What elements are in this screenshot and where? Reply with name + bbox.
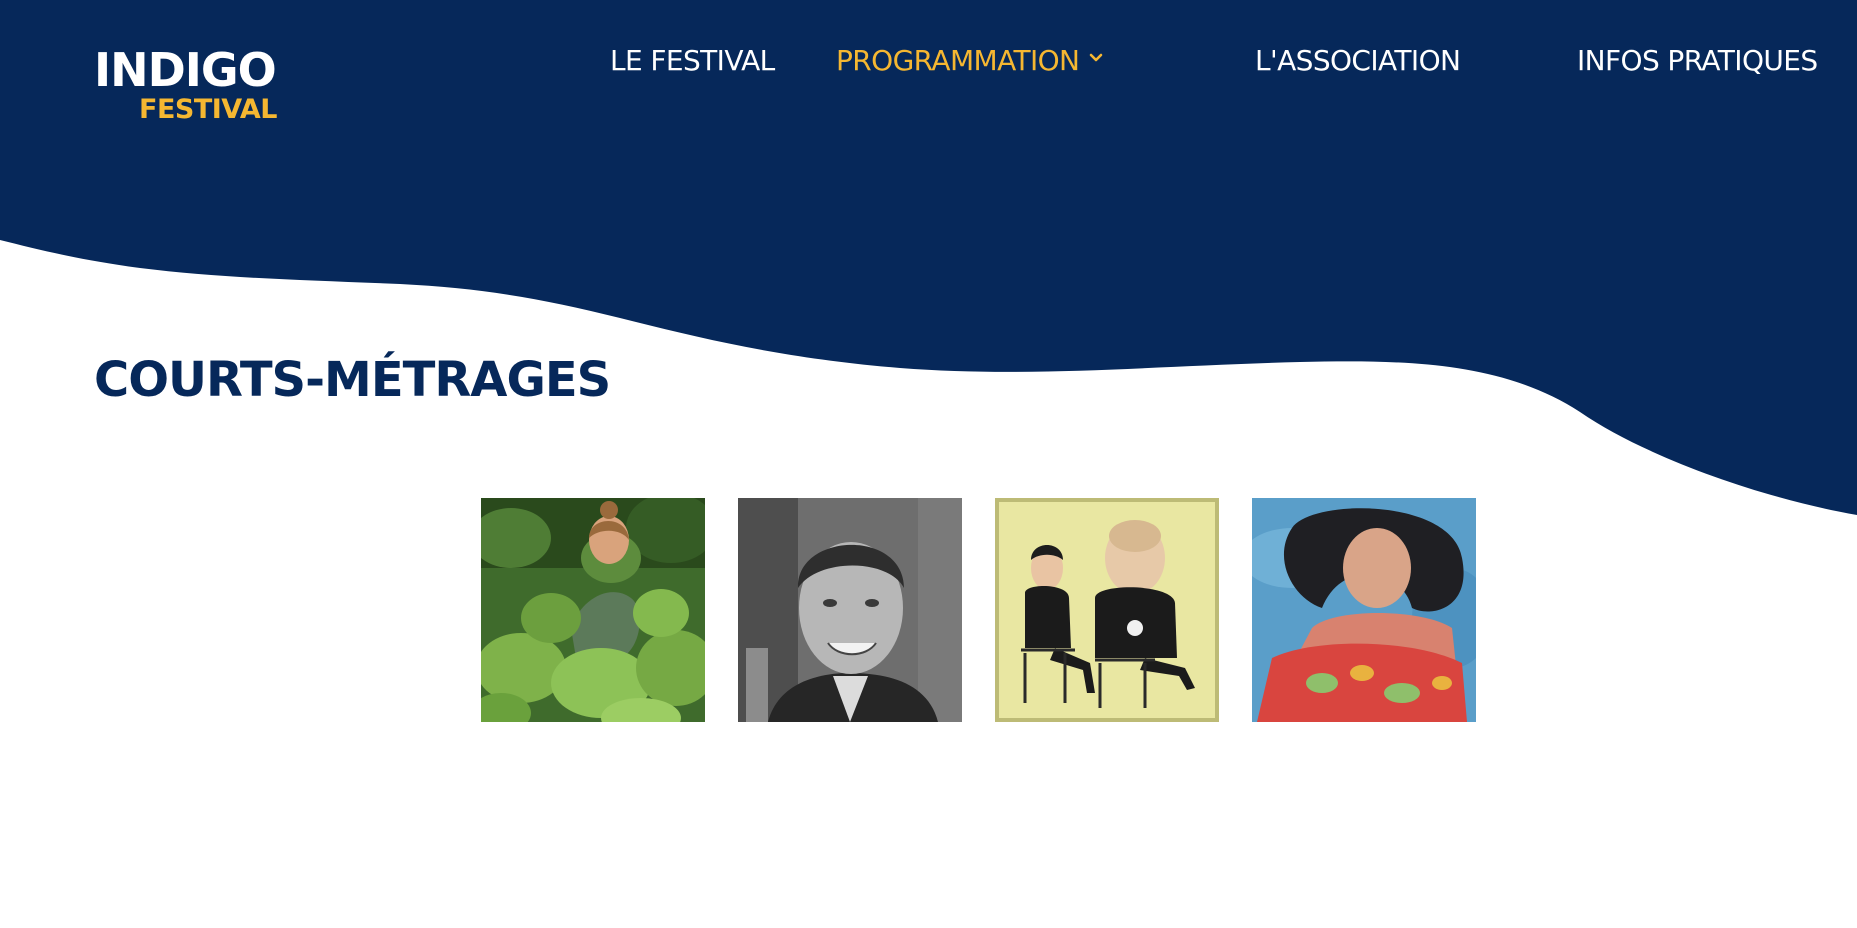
chevron-down-icon — [1090, 53, 1103, 62]
illustrated-seated-figures-drawing — [995, 498, 1219, 722]
woman-in-garden-photo — [481, 498, 705, 722]
nav-item-programmation-label: PROGRAMMATION — [836, 44, 1080, 77]
film-thumbnail-4[interactable] — [1252, 498, 1476, 722]
film-thumbnail-2[interactable] — [738, 498, 962, 722]
young-man-smiling-bw-photo — [738, 498, 962, 722]
page: INDIGO FESTIVAL LE FESTIVAL PROGRAMMATIO… — [0, 0, 1857, 928]
nav-item-l-association[interactable]: L'ASSOCIATION — [1255, 42, 1461, 80]
nav-item-le-festival[interactable]: LE FESTIVAL — [610, 42, 775, 80]
film-thumbnail-3[interactable] — [995, 498, 1219, 722]
page-title: COURTS-MÉTRAGES — [94, 352, 611, 408]
logo-subtitle: FESTIVAL — [139, 94, 277, 125]
woman-floating-in-water-photo — [1252, 498, 1476, 722]
film-gallery — [481, 498, 1476, 722]
film-thumbnail-1[interactable] — [481, 498, 705, 722]
main-nav: LE FESTIVAL PROGRAMMATION L'ASSOCIATION … — [0, 42, 1857, 82]
nav-item-programmation[interactable]: PROGRAMMATION — [836, 42, 1103, 80]
nav-item-infos-pratiques[interactable]: INFOS PRATIQUES — [1577, 42, 1818, 80]
